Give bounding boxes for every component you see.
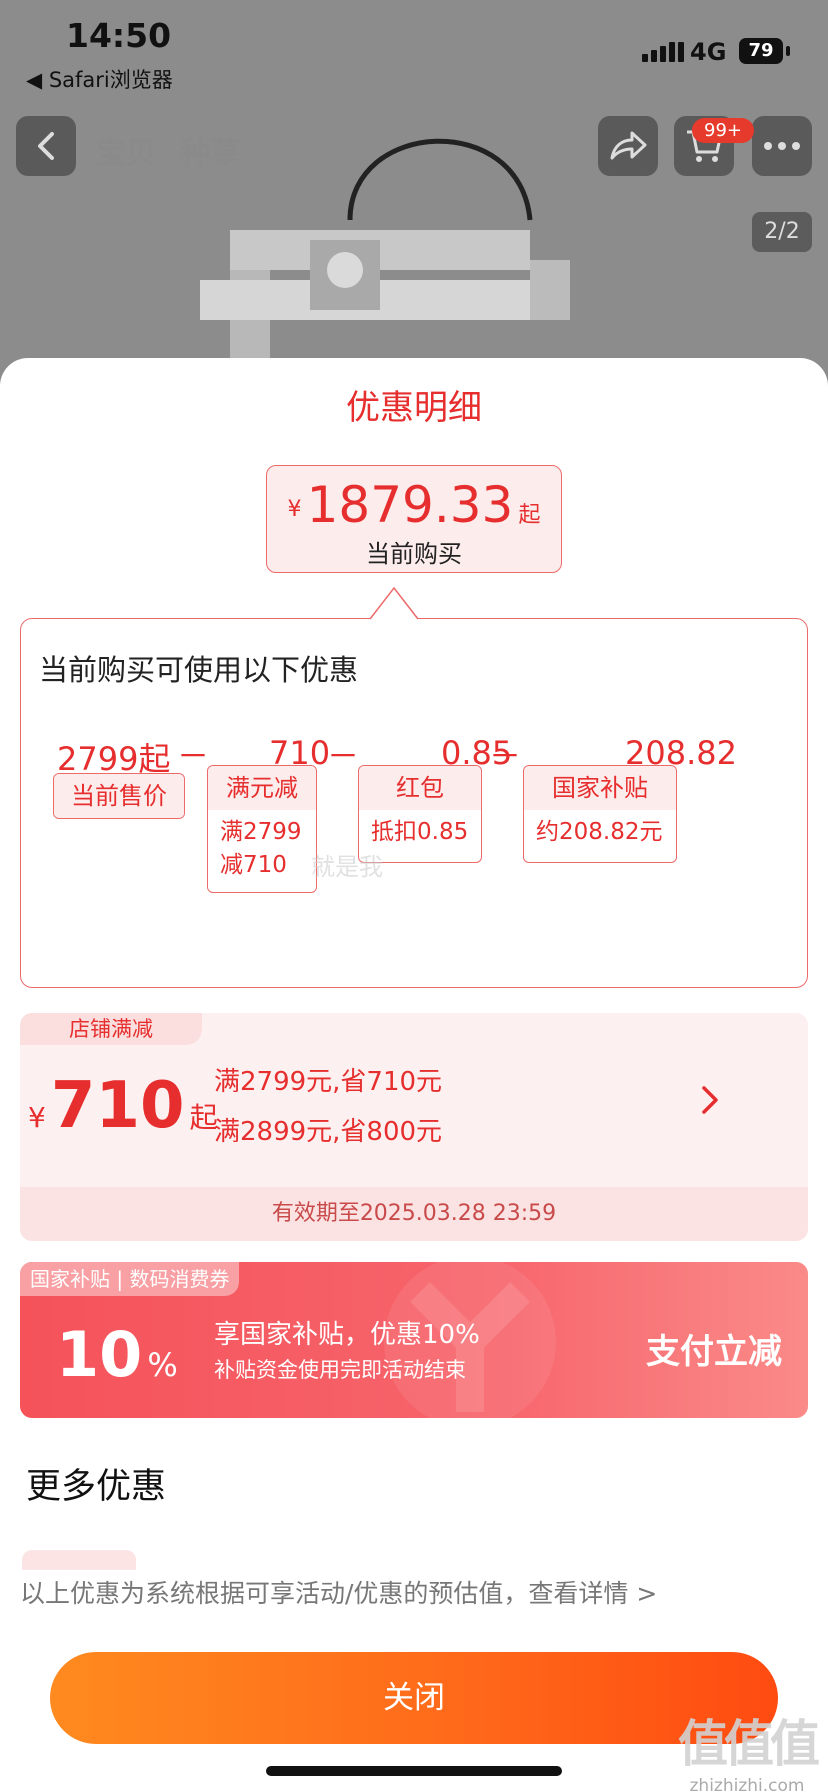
overlay-watermark: 就是我	[311, 853, 383, 881]
currency-symbol: ¥	[287, 497, 302, 522]
battery-icon: 79	[739, 38, 783, 64]
site-watermark: 值值值 zhizhizhi.com	[678, 1704, 820, 1792]
price-caption: 当前购买	[366, 540, 462, 568]
minus-operator: －	[489, 737, 522, 775]
chip-current-price: 当前售价	[53, 773, 185, 819]
chip-national-subsidy: 国家补贴 约208.82元	[523, 765, 677, 863]
discount-breakdown: 当前购买可使用以下优惠 2799起 － 710 － 0.85 － 208.82 …	[20, 618, 808, 988]
chip-desc: 满2799 减710	[208, 810, 316, 888]
currency-symbol: ¥	[28, 1101, 46, 1134]
share-button[interactable]	[598, 116, 658, 176]
status-time: 14:50	[66, 16, 172, 55]
status-bar: 14:50 ◀ Safari浏览器 4G 79	[0, 0, 828, 100]
more-icon	[764, 142, 800, 150]
price-suffix: 起	[518, 503, 541, 528]
store-discount-tag: 店铺满减	[20, 1013, 202, 1045]
chip-label: 国家补贴	[524, 766, 676, 810]
more-offer-item-peek	[22, 1550, 136, 1570]
more-button[interactable]	[752, 116, 812, 176]
more-offers-title: 更多优惠	[26, 1467, 167, 1507]
breakdown-heading: 当前购买可使用以下优惠	[39, 653, 359, 687]
current-price-box: ¥ 1879.33 起 当前购买	[266, 465, 562, 573]
share-icon	[610, 131, 647, 160]
chip-desc: 约208.82元	[524, 810, 676, 855]
percent-value: 10	[56, 1318, 143, 1391]
discount-detail-sheet: 优惠明细 ¥ 1879.33 起 当前购买 当前购买可使用以下优惠 2799起 …	[0, 358, 828, 1792]
store-discount-validity: 有效期至2025.03.28 23:59	[20, 1187, 808, 1241]
price-value: 1879.33	[306, 476, 514, 534]
footnote-text: 以上优惠为系统根据可享活动/优惠的预估值，查看详情 >	[20, 1579, 658, 1608]
minus-operator: －	[177, 737, 210, 775]
watermark-logo: 值值值	[678, 1715, 820, 1773]
tab-item[interactable]: 宝贝	[96, 128, 156, 172]
chip-label: 当前售价	[54, 774, 184, 818]
chevron-right-icon[interactable]	[700, 1085, 720, 1115]
amount-value: 710	[50, 1069, 185, 1143]
back-button[interactable]	[16, 116, 76, 176]
subsidy-sub-text: 补贴资金使用完即活动结束	[214, 1358, 466, 1382]
chip-label: 满元减	[208, 766, 316, 810]
subsidy-tag: 国家补贴 | 数码消费券	[20, 1262, 240, 1296]
current-price: ¥ 1879.33 起	[267, 476, 561, 534]
close-button[interactable]: 关闭	[50, 1652, 778, 1744]
chip-desc-line: 约208.82元	[536, 819, 663, 845]
percent-sign: %	[147, 1346, 178, 1384]
chip-desc-line: 满2799	[220, 819, 302, 845]
nav-tabs: 宝贝 种草	[96, 128, 240, 172]
chip-store-discount: 满元减 满2799 减710	[207, 765, 317, 893]
image-counter: 2/2	[752, 212, 812, 252]
network-type: 4G	[690, 38, 727, 66]
subsidy-percent: 10 %	[56, 1318, 178, 1391]
cart-badge: 99+	[692, 118, 754, 143]
signal-icon	[642, 42, 684, 62]
callout-pointer	[370, 586, 418, 620]
store-discount-amount: ¥ 710 起	[28, 1069, 218, 1143]
store-rule: 满2899元,省800元	[214, 1117, 443, 1147]
watermark-url: zhizhizhi.com	[689, 1776, 805, 1792]
store-rule: 满2799元,省710元	[214, 1067, 443, 1097]
sheet-title: 优惠明细	[346, 388, 482, 428]
estimate-footnote-link[interactable]: 以上优惠为系统根据可享活动/优惠的预估值，查看详情 >	[0, 1570, 828, 1660]
national-subsidy-card[interactable]: 国家补贴 | 数码消费券 10 % 享国家补贴，优惠10% 补贴资金使用完即活动…	[20, 1262, 808, 1418]
store-discount-card[interactable]: 店铺满减 ¥ 710 起 满2799元,省710元 满2899元,省800元 有…	[20, 1013, 808, 1241]
subsidy-main-text: 享国家补贴，优惠10%	[214, 1320, 480, 1350]
chevron-left-icon	[38, 132, 54, 160]
minus-operator: －	[327, 737, 360, 775]
chip-desc-line: 抵扣0.85	[371, 819, 469, 845]
chip-desc-line: 减710	[220, 852, 287, 878]
chip-label: 红包	[359, 766, 481, 810]
home-indicator	[266, 1766, 562, 1776]
pay-discount-label: 支付立减	[646, 1332, 782, 1372]
back-to-safari-link[interactable]: ◀ Safari浏览器	[26, 64, 173, 94]
battery-tip	[786, 46, 790, 56]
tab-seeding[interactable]: 种草	[180, 128, 240, 172]
